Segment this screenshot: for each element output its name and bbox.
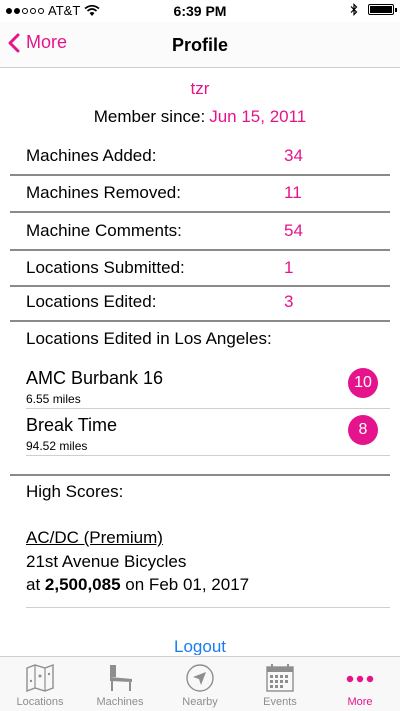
divider xyxy=(26,607,390,608)
tab-bar: Locations Machines Nearby Events More xyxy=(0,656,400,711)
location-item-break-time[interactable]: Break Time 94.52 miles 8 xyxy=(26,413,390,459)
divider xyxy=(10,474,390,476)
status-bar: AT&T 6:39 PM xyxy=(0,0,400,22)
divider xyxy=(26,455,390,456)
divider xyxy=(10,320,390,322)
member-since: Member since: Jun 15, 2011 xyxy=(0,107,400,127)
bluetooth-icon xyxy=(350,3,358,16)
tab-locations[interactable]: Locations xyxy=(0,657,80,711)
tab-nearby[interactable]: Nearby xyxy=(160,657,240,711)
page-title: Profile xyxy=(171,35,228,55)
status-time: 6:39 PM xyxy=(173,3,227,19)
battery-icon xyxy=(368,4,397,15)
location-distance: 94.52 miles xyxy=(26,439,88,453)
divider xyxy=(26,408,390,409)
navigation-bar: More Profile xyxy=(0,22,400,68)
calendar-icon xyxy=(266,664,294,692)
stat-label: Machines Added: xyxy=(26,146,157,165)
location-name: AMC Burbank 16 xyxy=(26,368,164,388)
tab-machines[interactable]: Machines xyxy=(80,657,160,711)
location-distance: 6.55 miles xyxy=(26,392,81,406)
tab-events[interactable]: Events xyxy=(240,657,320,711)
stat-label: Machines Removed: xyxy=(26,183,181,202)
tab-label: Events xyxy=(263,696,297,708)
tab-label: More xyxy=(347,696,373,708)
stat-row-locations-submitted: Locations Submitted: 1 xyxy=(10,250,390,286)
high-scores-title: High Scores: xyxy=(26,482,124,501)
high-score-date: on Feb 01, 2017 xyxy=(125,575,250,594)
tab-label: Locations xyxy=(16,696,64,708)
tab-label: Machines xyxy=(96,696,144,708)
machine-count-badge: 10 xyxy=(348,368,378,398)
member-since-date: Jun 15, 2011 xyxy=(209,107,307,126)
more-dots-icon xyxy=(346,675,374,683)
stat-value: 34 xyxy=(284,146,303,165)
stat-row-machines-removed: Machines Removed: 11 xyxy=(10,175,390,211)
high-score-value: 2,500,085 xyxy=(44,575,121,594)
compass-icon xyxy=(186,664,214,692)
username: tzr xyxy=(190,79,210,98)
stat-row-locations-edited: Locations Edited: 3 xyxy=(10,284,390,320)
pinball-machine-icon xyxy=(110,665,132,691)
locations-section-title: Locations Edited in Los Angeles: xyxy=(26,329,272,348)
stat-row-machines-added: Machines Added: 34 xyxy=(10,138,390,174)
stat-value: 54 xyxy=(284,221,303,240)
high-score-machine[interactable]: AC/DC (Premium) xyxy=(26,528,163,548)
tab-more[interactable]: More xyxy=(320,657,400,711)
high-score-at: at xyxy=(26,575,41,594)
profile-content[interactable]: tzr Member since: Jun 15, 2011 Machines A… xyxy=(0,69,400,655)
map-icon xyxy=(26,663,54,693)
stat-label: Locations Submitted: xyxy=(26,258,185,277)
stat-value: 1 xyxy=(284,258,294,277)
high-score-detail: at 2,500,085 on Feb 01, 2017 xyxy=(26,575,249,595)
stat-value: 11 xyxy=(284,183,302,202)
stat-value: 3 xyxy=(284,292,294,311)
tab-label: Nearby xyxy=(182,696,218,708)
high-score-location: 21st Avenue Bicycles xyxy=(26,552,187,571)
stat-row-machine-comments: Machine Comments: 54 xyxy=(10,213,390,249)
stat-label: Locations Edited: xyxy=(26,292,157,311)
location-item-amc-burbank[interactable]: AMC Burbank 16 6.55 miles 10 xyxy=(26,366,390,412)
logout-button[interactable]: Logout xyxy=(0,637,400,655)
stat-label: Machine Comments: xyxy=(26,221,182,240)
machine-count-badge: 8 xyxy=(348,415,378,445)
member-since-label: Member since: xyxy=(93,107,206,126)
location-name: Break Time xyxy=(26,415,118,435)
